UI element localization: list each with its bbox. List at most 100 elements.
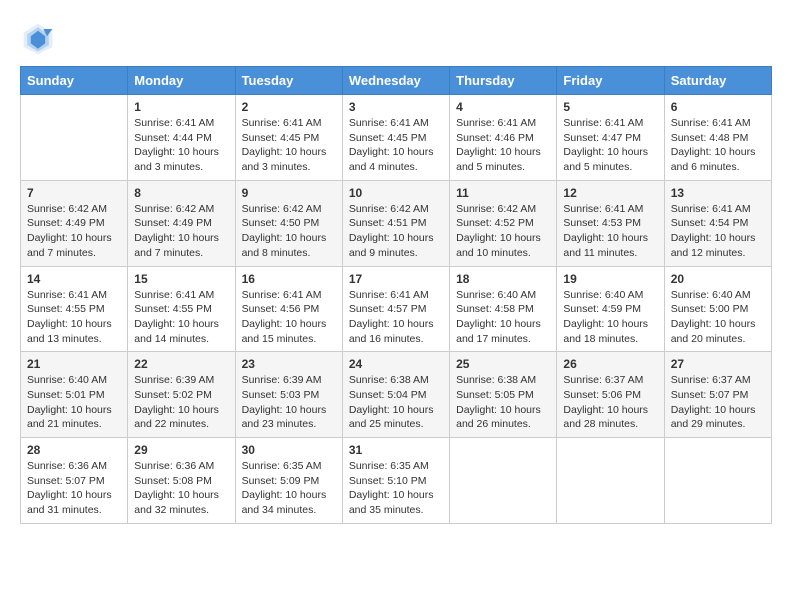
calendar-cell: 16 Sunrise: 6:41 AM Sunset: 4:56 PM Dayli… <box>235 266 342 352</box>
day-number: 12 <box>563 186 657 200</box>
day-number: 2 <box>242 100 336 114</box>
calendar-cell: 10 Sunrise: 6:42 AM Sunset: 4:51 PM Dayli… <box>342 180 449 266</box>
day-info: Sunrise: 6:40 AM Sunset: 4:59 PM Dayligh… <box>563 288 657 347</box>
calendar-cell: 4 Sunrise: 6:41 AM Sunset: 4:46 PM Daylig… <box>450 95 557 181</box>
calendar-cell: 3 Sunrise: 6:41 AM Sunset: 4:45 PM Daylig… <box>342 95 449 181</box>
day-number: 6 <box>671 100 765 114</box>
day-number: 31 <box>349 443 443 457</box>
calendar-cell: 29 Sunrise: 6:36 AM Sunset: 5:08 PM Dayli… <box>128 438 235 524</box>
day-number: 1 <box>134 100 228 114</box>
day-header-monday: Monday <box>128 67 235 95</box>
day-info: Sunrise: 6:41 AM Sunset: 4:56 PM Dayligh… <box>242 288 336 347</box>
day-info: Sunrise: 6:40 AM Sunset: 4:58 PM Dayligh… <box>456 288 550 347</box>
day-info: Sunrise: 6:40 AM Sunset: 5:00 PM Dayligh… <box>671 288 765 347</box>
calendar-cell: 26 Sunrise: 6:37 AM Sunset: 5:06 PM Dayli… <box>557 352 664 438</box>
day-header-saturday: Saturday <box>664 67 771 95</box>
day-info: Sunrise: 6:41 AM Sunset: 4:54 PM Dayligh… <box>671 202 765 261</box>
day-info: Sunrise: 6:35 AM Sunset: 5:10 PM Dayligh… <box>349 459 443 518</box>
calendar-week-row: 7Sunrise: 6:42 AM Sunset: 4:49 PM Daylig… <box>21 180 772 266</box>
day-info: Sunrise: 6:38 AM Sunset: 5:05 PM Dayligh… <box>456 373 550 432</box>
day-number: 3 <box>349 100 443 114</box>
calendar-cell <box>21 95 128 181</box>
calendar-cell: 6Sunrise: 6:41 AM Sunset: 4:48 PM Daylig… <box>664 95 771 181</box>
day-info: Sunrise: 6:36 AM Sunset: 5:07 PM Dayligh… <box>27 459 121 518</box>
calendar-cell: 23 Sunrise: 6:39 AM Sunset: 5:03 PM Dayli… <box>235 352 342 438</box>
day-number: 5 <box>563 100 657 114</box>
calendar-week-row: 21 Sunrise: 6:40 AM Sunset: 5:01 PM Dayli… <box>21 352 772 438</box>
day-info: Sunrise: 6:39 AM Sunset: 5:03 PM Dayligh… <box>242 373 336 432</box>
logo-icon <box>20 20 56 56</box>
calendar-cell: 8 Sunrise: 6:42 AM Sunset: 4:49 PM Daylig… <box>128 180 235 266</box>
day-number: 25 <box>456 357 550 371</box>
day-number: 27 <box>671 357 765 371</box>
day-info: Sunrise: 6:41 AM Sunset: 4:47 PM Dayligh… <box>563 116 657 175</box>
day-number: 26 <box>563 357 657 371</box>
days-header-row: SundayMondayTuesdayWednesdayThursdayFrid… <box>21 67 772 95</box>
day-info: Sunrise: 6:41 AM Sunset: 4:57 PM Dayligh… <box>349 288 443 347</box>
day-info: Sunrise: 6:42 AM Sunset: 4:49 PM Dayligh… <box>27 202 121 261</box>
day-number: 20 <box>671 272 765 286</box>
day-info: Sunrise: 6:37 AM Sunset: 5:06 PM Dayligh… <box>563 373 657 432</box>
calendar-week-row: 1 Sunrise: 6:41 AM Sunset: 4:44 PM Daylig… <box>21 95 772 181</box>
day-header-thursday: Thursday <box>450 67 557 95</box>
day-number: 16 <box>242 272 336 286</box>
day-number: 11 <box>456 186 550 200</box>
calendar-cell: 27Sunrise: 6:37 AM Sunset: 5:07 PM Dayli… <box>664 352 771 438</box>
calendar-cell: 9 Sunrise: 6:42 AM Sunset: 4:50 PM Daylig… <box>235 180 342 266</box>
day-number: 8 <box>134 186 228 200</box>
day-number: 19 <box>563 272 657 286</box>
calendar-cell <box>664 438 771 524</box>
day-header-wednesday: Wednesday <box>342 67 449 95</box>
calendar-cell: 5 Sunrise: 6:41 AM Sunset: 4:47 PM Daylig… <box>557 95 664 181</box>
calendar-cell: 2 Sunrise: 6:41 AM Sunset: 4:45 PM Daylig… <box>235 95 342 181</box>
day-number: 10 <box>349 186 443 200</box>
day-info: Sunrise: 6:41 AM Sunset: 4:45 PM Dayligh… <box>242 116 336 175</box>
day-number: 30 <box>242 443 336 457</box>
calendar-cell: 11 Sunrise: 6:42 AM Sunset: 4:52 PM Dayli… <box>450 180 557 266</box>
day-info: Sunrise: 6:42 AM Sunset: 4:52 PM Dayligh… <box>456 202 550 261</box>
day-number: 28 <box>27 443 121 457</box>
day-number: 9 <box>242 186 336 200</box>
day-number: 14 <box>27 272 121 286</box>
day-number: 4 <box>456 100 550 114</box>
calendar-cell <box>450 438 557 524</box>
calendar-cell: 30Sunrise: 6:35 AM Sunset: 5:09 PM Dayli… <box>235 438 342 524</box>
day-info: Sunrise: 6:36 AM Sunset: 5:08 PM Dayligh… <box>134 459 228 518</box>
day-info: Sunrise: 6:42 AM Sunset: 4:49 PM Dayligh… <box>134 202 228 261</box>
calendar-cell: 1 Sunrise: 6:41 AM Sunset: 4:44 PM Daylig… <box>128 95 235 181</box>
calendar-week-row: 28 Sunrise: 6:36 AM Sunset: 5:07 PM Dayli… <box>21 438 772 524</box>
day-number: 24 <box>349 357 443 371</box>
calendar-cell: 13 Sunrise: 6:41 AM Sunset: 4:54 PM Dayli… <box>664 180 771 266</box>
calendar-cell: 17Sunrise: 6:41 AM Sunset: 4:57 PM Dayli… <box>342 266 449 352</box>
day-header-friday: Friday <box>557 67 664 95</box>
calendar-cell: 21 Sunrise: 6:40 AM Sunset: 5:01 PM Dayli… <box>21 352 128 438</box>
day-info: Sunrise: 6:41 AM Sunset: 4:44 PM Dayligh… <box>134 116 228 175</box>
calendar-cell: 7Sunrise: 6:42 AM Sunset: 4:49 PM Daylig… <box>21 180 128 266</box>
day-number: 21 <box>27 357 121 371</box>
day-number: 29 <box>134 443 228 457</box>
day-info: Sunrise: 6:40 AM Sunset: 5:01 PM Dayligh… <box>27 373 121 432</box>
calendar-cell: 28 Sunrise: 6:36 AM Sunset: 5:07 PM Dayli… <box>21 438 128 524</box>
calendar-cell: 20 Sunrise: 6:40 AM Sunset: 5:00 PM Dayli… <box>664 266 771 352</box>
day-info: Sunrise: 6:38 AM Sunset: 5:04 PM Dayligh… <box>349 373 443 432</box>
calendar-cell: 19 Sunrise: 6:40 AM Sunset: 4:59 PM Dayli… <box>557 266 664 352</box>
logo <box>20 20 62 56</box>
day-header-tuesday: Tuesday <box>235 67 342 95</box>
calendar-week-row: 14 Sunrise: 6:41 AM Sunset: 4:55 PM Dayli… <box>21 266 772 352</box>
day-header-sunday: Sunday <box>21 67 128 95</box>
day-info: Sunrise: 6:41 AM Sunset: 4:45 PM Dayligh… <box>349 116 443 175</box>
day-info: Sunrise: 6:41 AM Sunset: 4:46 PM Dayligh… <box>456 116 550 175</box>
day-info: Sunrise: 6:39 AM Sunset: 5:02 PM Dayligh… <box>134 373 228 432</box>
calendar-cell: 12 Sunrise: 6:41 AM Sunset: 4:53 PM Dayli… <box>557 180 664 266</box>
day-info: Sunrise: 6:41 AM Sunset: 4:55 PM Dayligh… <box>134 288 228 347</box>
day-number: 13 <box>671 186 765 200</box>
day-info: Sunrise: 6:41 AM Sunset: 4:53 PM Dayligh… <box>563 202 657 261</box>
page-header <box>20 20 772 56</box>
day-info: Sunrise: 6:42 AM Sunset: 4:50 PM Dayligh… <box>242 202 336 261</box>
calendar-cell: 18Sunrise: 6:40 AM Sunset: 4:58 PM Dayli… <box>450 266 557 352</box>
day-number: 23 <box>242 357 336 371</box>
calendar-cell: 25 Sunrise: 6:38 AM Sunset: 5:05 PM Dayli… <box>450 352 557 438</box>
day-info: Sunrise: 6:42 AM Sunset: 4:51 PM Dayligh… <box>349 202 443 261</box>
day-info: Sunrise: 6:41 AM Sunset: 4:55 PM Dayligh… <box>27 288 121 347</box>
calendar-cell: 22Sunrise: 6:39 AM Sunset: 5:02 PM Dayli… <box>128 352 235 438</box>
